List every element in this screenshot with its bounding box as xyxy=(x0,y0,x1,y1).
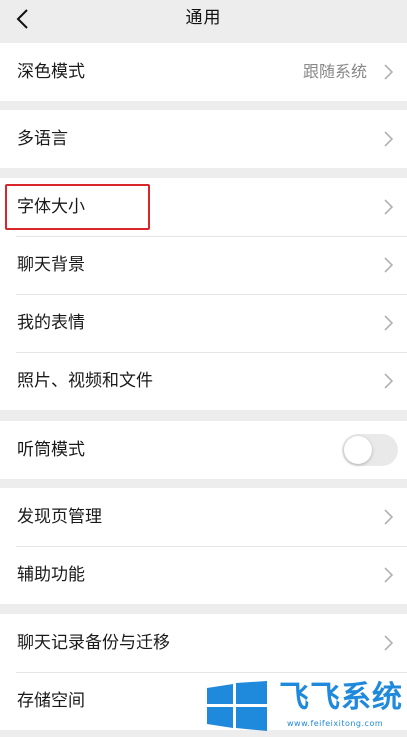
chevron-right-icon xyxy=(384,199,394,215)
watermark-url: www.feifeixitong.com xyxy=(287,719,384,728)
watermark-text: 飞飞系统 xyxy=(279,680,403,715)
chevron-right-icon xyxy=(384,509,394,525)
chevron-right-icon xyxy=(384,373,394,389)
row-label: 听筒模式 xyxy=(17,440,85,460)
chevron-right-icon xyxy=(384,131,394,147)
group-chat: 字体大小 聊天背景 我的表情 照片、视频和文件 xyxy=(0,178,407,410)
group-earpiece: 听筒模式 xyxy=(0,421,407,479)
row-label: 字体大小 xyxy=(17,197,85,217)
row-label: 聊天记录备份与迁移 xyxy=(17,633,170,653)
row-accessibility[interactable]: 辅助功能 xyxy=(0,546,407,604)
row-label: 我的表情 xyxy=(17,313,85,333)
row-discover-management[interactable]: 发现页管理 xyxy=(0,488,407,546)
chevron-right-icon xyxy=(384,567,394,583)
row-earpiece-mode: 听筒模式 xyxy=(0,421,407,479)
row-font-size[interactable]: 字体大小 xyxy=(0,178,407,236)
row-dark-mode[interactable]: 深色模式 跟随系统 xyxy=(0,43,407,101)
row-label: 深色模式 xyxy=(17,62,85,82)
row-my-stickers[interactable]: 我的表情 xyxy=(0,294,407,352)
chevron-right-icon xyxy=(384,257,394,273)
toggle-knob xyxy=(344,436,372,464)
row-label: 聊天背景 xyxy=(17,255,85,275)
row-label: 存储空间 xyxy=(17,691,85,711)
watermark: 飞飞系统 www.feifeixitong.com xyxy=(205,677,405,737)
page-title: 通用 xyxy=(185,8,222,28)
chevron-right-icon xyxy=(384,315,394,331)
row-chat-backup-migration[interactable]: 聊天记录备份与迁移 xyxy=(0,614,407,672)
row-label: 发现页管理 xyxy=(17,507,102,527)
windows-logo-icon xyxy=(207,681,267,731)
row-chat-background[interactable]: 聊天背景 xyxy=(0,236,407,294)
chevron-right-icon xyxy=(384,64,394,80)
row-label: 照片、视频和文件 xyxy=(17,371,153,391)
group-discover: 发现页管理 辅助功能 xyxy=(0,488,407,604)
row-language[interactable]: 多语言 xyxy=(0,110,407,168)
row-label: 辅助功能 xyxy=(17,565,85,585)
group-display: 深色模式 跟随系统 xyxy=(0,43,407,101)
nav-bar: 通用 xyxy=(0,0,407,42)
row-value: 跟随系统 xyxy=(302,62,367,81)
chevron-right-icon xyxy=(384,635,394,651)
row-photos-videos-files[interactable]: 照片、视频和文件 xyxy=(0,352,407,410)
row-label: 多语言 xyxy=(17,129,68,149)
earpiece-mode-toggle[interactable] xyxy=(342,434,398,466)
group-language: 多语言 xyxy=(0,110,407,168)
